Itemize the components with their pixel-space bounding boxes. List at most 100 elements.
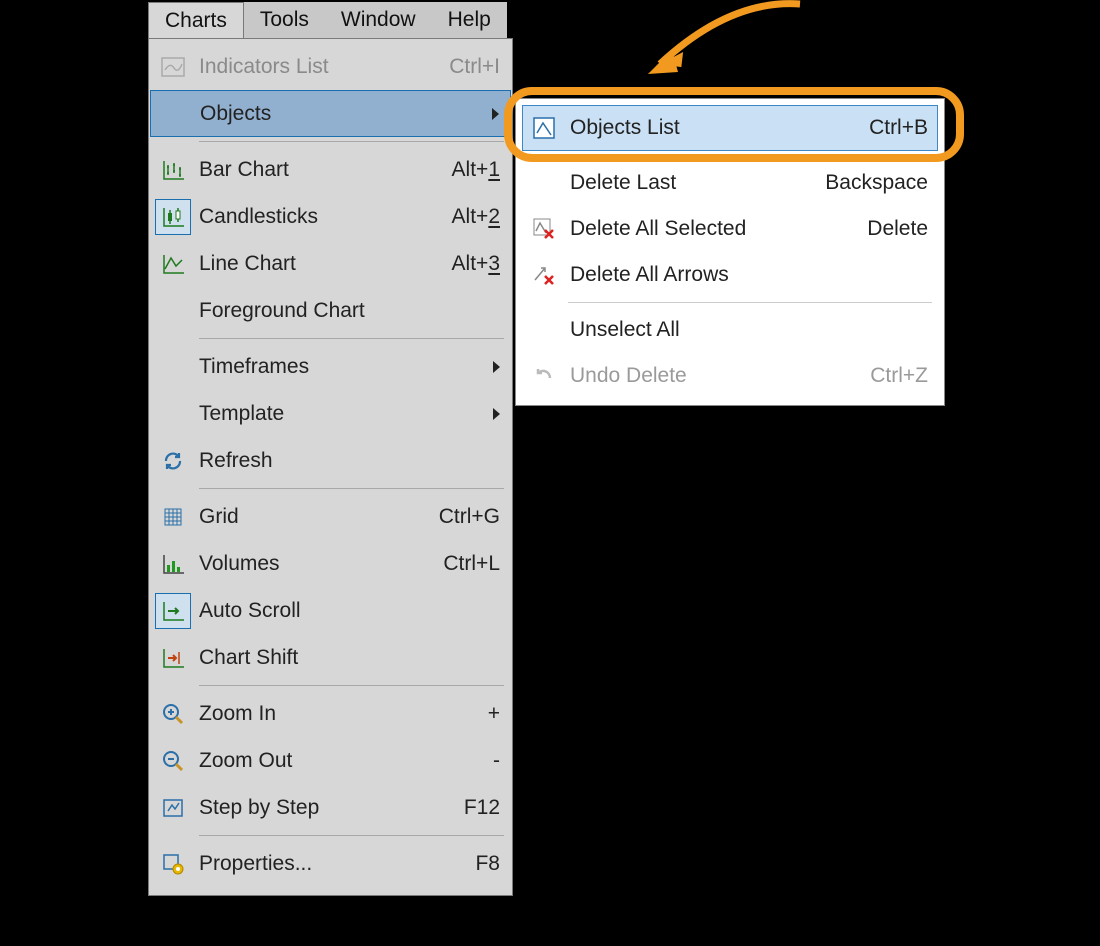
menu-item-objects[interactable]: Objects	[150, 90, 511, 137]
submenu-arrow-icon	[492, 108, 499, 120]
menu-item-zoom-in[interactable]: Zoom In +	[149, 690, 512, 737]
menu-item-properties[interactable]: Properties... F8	[149, 840, 512, 887]
menu-item-shortcut: F12	[464, 796, 500, 820]
menu-item-label: Bar Chart	[199, 158, 452, 182]
submenu-item-unselect-all[interactable]: Unselect All	[522, 307, 938, 353]
menu-item-label: Line Chart	[199, 252, 452, 276]
menu-item-label: Auto Scroll	[199, 599, 500, 623]
menu-item-shortcut: Alt+1	[452, 158, 500, 182]
auto-scroll-icon	[155, 593, 191, 629]
blank-icon	[156, 96, 192, 132]
zoom-in-icon	[155, 696, 191, 732]
menu-item-indicators-list[interactable]: Indicators List Ctrl+I	[149, 43, 512, 90]
menubar-item-window[interactable]: Window	[325, 2, 432, 38]
menu-item-template[interactable]: Template	[149, 390, 512, 437]
menu-item-step-by-step[interactable]: Step by Step F12	[149, 784, 512, 831]
menubar-item-charts[interactable]: Charts	[148, 2, 244, 38]
volumes-icon	[155, 546, 191, 582]
menu-item-shortcut: Alt+3	[452, 252, 500, 276]
menu-item-label: Timeframes	[199, 355, 483, 379]
menubar: Charts Tools Window Help	[148, 2, 507, 38]
menu-item-label: Chart Shift	[199, 646, 500, 670]
menu-item-refresh[interactable]: Refresh	[149, 437, 512, 484]
menu-separator	[199, 835, 504, 836]
delete-selected-icon	[526, 211, 562, 247]
menu-item-label: Refresh	[199, 449, 500, 473]
menu-item-shortcut: F8	[475, 852, 500, 876]
menu-item-label: Zoom Out	[199, 749, 493, 773]
menu-item-label: Candlesticks	[199, 205, 452, 229]
menu-item-label: Zoom In	[199, 702, 488, 726]
submenu-item-label: Undo Delete	[570, 364, 870, 388]
blank-icon	[526, 312, 562, 348]
menu-item-shortcut: Ctrl+L	[443, 552, 500, 576]
menu-item-auto-scroll[interactable]: Auto Scroll	[149, 587, 512, 634]
zoom-out-icon	[155, 743, 191, 779]
submenu-item-shortcut: Ctrl+B	[869, 116, 928, 140]
menu-separator	[199, 685, 504, 686]
menu-item-bar-chart[interactable]: Bar Chart Alt+1	[149, 146, 512, 193]
menu-item-label: Foreground Chart	[199, 299, 500, 323]
submenu-item-label: Delete Last	[570, 171, 825, 195]
menu-item-chart-shift[interactable]: Chart Shift	[149, 634, 512, 681]
submenu-item-label: Delete All Selected	[570, 217, 867, 241]
menu-separator	[199, 141, 504, 142]
menu-item-label: Grid	[199, 505, 439, 529]
chart-shift-icon	[155, 640, 191, 676]
properties-icon	[155, 846, 191, 882]
grid-icon	[155, 499, 191, 535]
menu-separator	[199, 338, 504, 339]
submenu-item-undo-delete[interactable]: Undo Delete Ctrl+Z	[522, 353, 938, 399]
indicators-list-icon	[155, 49, 191, 85]
menubar-item-tools[interactable]: Tools	[244, 2, 325, 38]
menu-separator	[199, 488, 504, 489]
submenu-item-delete-all-arrows[interactable]: Delete All Arrows	[522, 252, 938, 298]
charts-dropdown: Indicators List Ctrl+I Objects Bar Chart…	[148, 38, 513, 896]
menu-item-grid[interactable]: Grid Ctrl+G	[149, 493, 512, 540]
menu-item-volumes[interactable]: Volumes Ctrl+L	[149, 540, 512, 587]
menu-item-label: Indicators List	[199, 55, 449, 79]
submenu-item-label: Objects List	[570, 116, 869, 140]
menu-item-shortcut: +	[488, 702, 500, 726]
menu-item-zoom-out[interactable]: Zoom Out -	[149, 737, 512, 784]
objects-submenu: Objects List Ctrl+B Delete Last Backspac…	[515, 98, 945, 406]
bar-chart-icon	[155, 152, 191, 188]
menu-item-shortcut: -	[493, 749, 500, 773]
submenu-separator	[568, 302, 932, 303]
menu-item-shortcut: Ctrl+I	[449, 55, 500, 79]
submenu-item-shortcut: Ctrl+Z	[870, 364, 928, 388]
blank-icon	[155, 349, 191, 385]
menu-item-timeframes[interactable]: Timeframes	[149, 343, 512, 390]
objects-list-icon	[526, 110, 562, 146]
submenu-item-delete-all-selected[interactable]: Delete All Selected Delete	[522, 206, 938, 252]
line-chart-icon	[155, 246, 191, 282]
menu-item-label: Step by Step	[199, 796, 464, 820]
menu-item-candlesticks[interactable]: Candlesticks Alt+2	[149, 193, 512, 240]
submenu-item-delete-last[interactable]: Delete Last Backspace	[522, 160, 938, 206]
menu-item-label: Objects	[200, 102, 482, 126]
menu-item-foreground-chart[interactable]: Foreground Chart	[149, 287, 512, 334]
undo-icon	[526, 358, 562, 394]
menu-item-shortcut: Alt+2	[452, 205, 500, 229]
submenu-item-shortcut: Delete	[867, 217, 928, 241]
menu-item-label: Template	[199, 402, 483, 426]
submenu-arrow-icon	[493, 361, 500, 373]
submenu-item-shortcut: Backspace	[825, 171, 928, 195]
menubar-item-help[interactable]: Help	[432, 2, 507, 38]
blank-icon	[155, 293, 191, 329]
menu-item-shortcut: Ctrl+G	[439, 505, 500, 529]
callout-arrow-icon	[630, 0, 810, 104]
submenu-item-objects-list[interactable]: Objects List Ctrl+B	[522, 105, 938, 151]
submenu-separator	[568, 155, 932, 156]
step-by-step-icon	[155, 790, 191, 826]
refresh-icon	[155, 443, 191, 479]
submenu-arrow-icon	[493, 408, 500, 420]
candlesticks-icon	[155, 199, 191, 235]
menu-item-label: Volumes	[199, 552, 443, 576]
menu-item-label: Properties...	[199, 852, 475, 876]
submenu-item-label: Delete All Arrows	[570, 263, 928, 287]
submenu-item-label: Unselect All	[570, 318, 928, 342]
blank-icon	[155, 396, 191, 432]
blank-icon	[526, 165, 562, 201]
menu-item-line-chart[interactable]: Line Chart Alt+3	[149, 240, 512, 287]
